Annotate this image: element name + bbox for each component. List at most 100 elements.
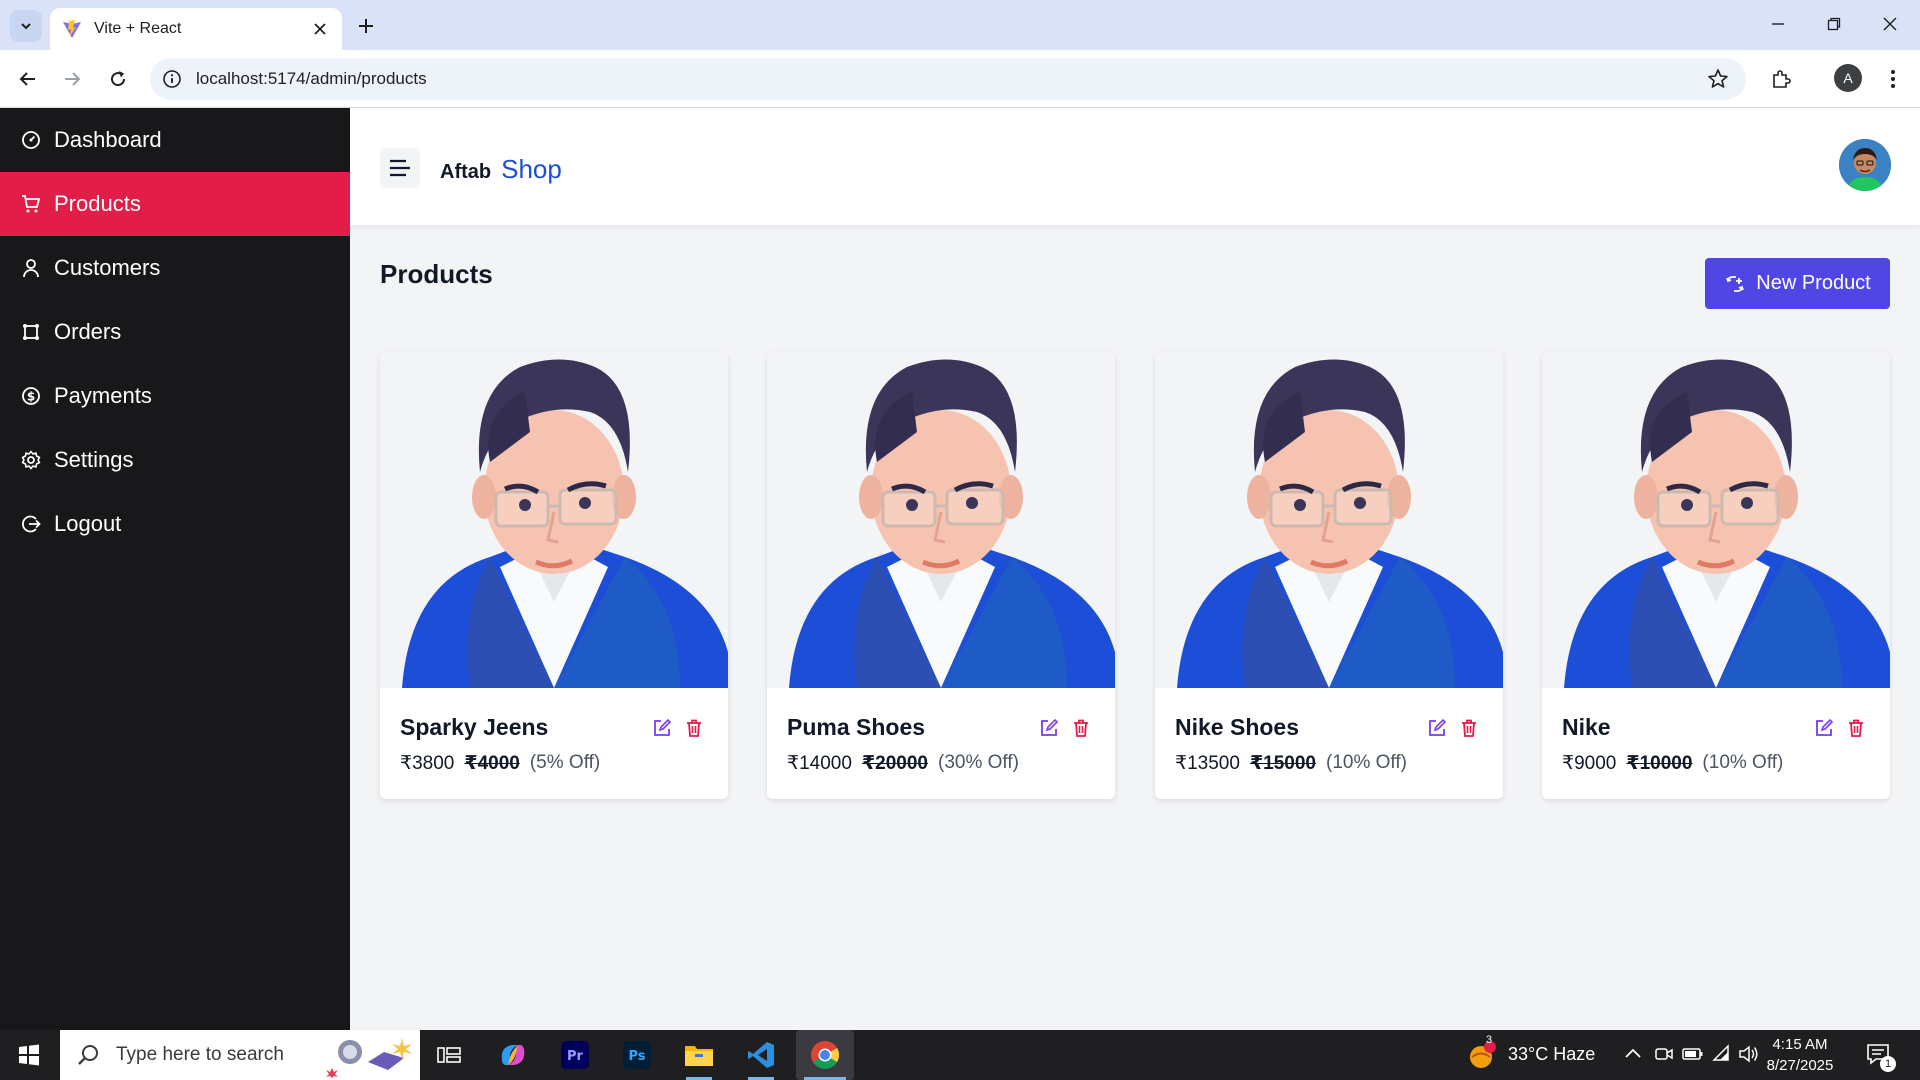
sale-price: ₹9000 [1562, 753, 1617, 774]
tab-title: Vite + React [94, 20, 182, 37]
sidebar-item-settings[interactable]: Settings [0, 428, 350, 492]
clock-date: 8/27/2025 [1766, 1057, 1834, 1074]
product-card[interactable]: Nike ₹9000 ₹10000 (10% Off) [1542, 352, 1890, 799]
forward-button[interactable] [56, 63, 88, 95]
sidebar-item-label: Payments [54, 383, 152, 408]
search-icon [78, 1045, 98, 1065]
sidebar-item-products[interactable]: Products [0, 172, 350, 236]
browser-tab[interactable]: Vite + React [50, 8, 342, 50]
delete-icon[interactable] [1071, 718, 1091, 738]
photoshop-icon[interactable]: Ps [620, 1038, 654, 1072]
brand-first: Aftab [440, 161, 492, 183]
address-bar[interactable]: localhost:5174/admin/products [150, 58, 1746, 100]
reload-button[interactable] [102, 63, 134, 95]
sidebar-item-orders[interactable]: Orders [0, 300, 350, 364]
wifi-icon[interactable] [1712, 1044, 1732, 1064]
product-name: Nike Shoes [1175, 714, 1299, 740]
user-icon [20, 257, 42, 279]
dashboard-icon [20, 129, 42, 151]
edit-icon[interactable] [652, 718, 672, 738]
extensions-icon[interactable] [1766, 64, 1796, 94]
meet-now-icon[interactable] [1654, 1044, 1674, 1064]
product-image[interactable] [1542, 352, 1890, 688]
sidebar-item-logout[interactable]: Logout [0, 492, 350, 556]
hamburger-icon [390, 159, 410, 177]
site-info-icon[interactable] [162, 69, 182, 89]
discount-label: (5% Off) [529, 752, 601, 773]
delete-icon[interactable] [1846, 718, 1866, 738]
product-image[interactable] [767, 352, 1115, 688]
weather-icon[interactable] [1468, 1040, 1498, 1070]
browser-menu-icon[interactable] [1878, 64, 1908, 94]
sidebar-item-payments[interactable]: $ Payments [0, 364, 350, 428]
chrome-icon[interactable] [796, 1030, 854, 1080]
dollar-icon: $ [20, 385, 42, 407]
minimize-button[interactable] [1758, 8, 1798, 40]
notification-count: 1 [1880, 1056, 1896, 1072]
bookmark-star-icon[interactable] [1706, 67, 1730, 91]
browser-toolbar: localhost:5174/admin/products A [0, 50, 1920, 108]
price-row: ₹3800 ₹4000 (5% Off) [400, 752, 600, 775]
product-image[interactable] [1155, 352, 1503, 688]
app-header: Aftab Shop [350, 108, 1920, 226]
edit-icon[interactable] [1427, 718, 1447, 738]
original-price: ₹4000 [464, 753, 520, 774]
product-image[interactable] [380, 352, 728, 688]
menu-toggle-button[interactable] [380, 148, 420, 188]
new-tab-button[interactable] [352, 12, 380, 40]
tab-search-button[interactable] [10, 10, 42, 42]
windows-start-button[interactable] [0, 1030, 58, 1080]
delete-icon[interactable] [1459, 718, 1479, 738]
back-button[interactable] [12, 63, 44, 95]
svg-text:Ps: Ps [628, 1049, 645, 1064]
battery-icon[interactable] [1682, 1044, 1704, 1064]
delete-icon[interactable] [684, 718, 704, 738]
cart-icon [20, 193, 42, 215]
system-clock[interactable]: 4:15 AM 8/27/2025 [1756, 1034, 1844, 1076]
logout-icon [20, 513, 42, 535]
sidebar-item-customers[interactable]: Customers [0, 236, 350, 300]
premiere-pro-icon[interactable]: Pr [558, 1038, 592, 1072]
new-product-button[interactable]: New Product [1705, 258, 1890, 309]
discount-label: (10% Off) [1702, 752, 1784, 773]
weather-text[interactable]: 33°C Haze [1508, 1044, 1595, 1065]
clock-time: 4:15 AM [1772, 1036, 1828, 1053]
browser-tabbar: Vite + React [0, 0, 1920, 50]
product-card[interactable]: Puma Shoes ₹14000 ₹20000 (30% Off) [767, 352, 1115, 799]
brand-logo[interactable]: Aftab Shop [440, 154, 562, 185]
close-tab-icon[interactable] [310, 19, 330, 39]
taskbar: Type here to search Pr Ps 3 33°C Haze 4:… [0, 1030, 1920, 1080]
price-row: ₹13500 ₹15000 (10% Off) [1175, 752, 1407, 775]
copilot-icon[interactable] [496, 1038, 530, 1072]
sidebar-item-label: Customers [54, 255, 161, 280]
original-price: ₹10000 [1626, 753, 1693, 774]
restore-button[interactable] [1814, 8, 1854, 40]
product-card[interactable]: Sparky Jeens ₹3800 ₹4000 (5% Off) [380, 352, 728, 799]
vscode-icon[interactable] [744, 1038, 778, 1080]
weather-badge: 3 [1486, 1034, 1493, 1046]
windows-logo-icon [19, 1044, 39, 1066]
chevron-up-icon[interactable] [1624, 1046, 1642, 1060]
page-title: Products [380, 259, 493, 289]
task-view-icon[interactable] [432, 1038, 466, 1072]
sidebar-item-label: Products [54, 191, 141, 216]
taskbar-search[interactable]: Type here to search [60, 1030, 420, 1080]
discount-label: (30% Off) [938, 752, 1019, 773]
price-row: ₹9000 ₹10000 (10% Off) [1562, 752, 1783, 775]
sidebar-item-dashboard[interactable]: Dashboard [0, 108, 350, 172]
product-name: Sparky Jeens [400, 714, 549, 740]
edit-icon[interactable] [1039, 718, 1059, 738]
close-window-button[interactable] [1870, 8, 1910, 40]
url-text[interactable]: localhost:5174/admin/products [196, 69, 1706, 89]
profile-avatar[interactable]: A [1834, 64, 1862, 92]
product-name: Puma Shoes [787, 714, 926, 740]
brand-second: Shop [501, 154, 562, 184]
product-name: Nike [1562, 714, 1611, 740]
user-avatar[interactable] [1839, 139, 1891, 191]
price-row: ₹14000 ₹20000 (30% Off) [787, 752, 1019, 775]
edit-icon[interactable] [1814, 718, 1834, 738]
sidebar-item-label: Logout [54, 511, 122, 536]
product-card[interactable]: Nike Shoes ₹13500 ₹15000 (10% Off) [1155, 352, 1503, 799]
sale-price: ₹3800 [400, 753, 455, 774]
file-explorer-icon[interactable] [682, 1038, 716, 1080]
